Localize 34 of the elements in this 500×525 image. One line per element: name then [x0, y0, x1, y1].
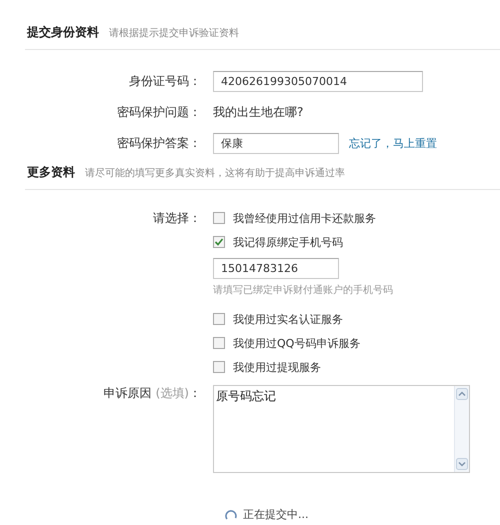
section-subtitle: 请尽可能的填写更多真实资料，这将有助于提高申诉通过率 — [85, 166, 345, 180]
checkbox-label: 我记得原绑定手机号码 — [233, 234, 343, 250]
status-text: 正在提交中... — [243, 507, 308, 522]
checkbox[interactable] — [213, 212, 225, 224]
optional-note: (选填) — [156, 385, 189, 402]
scroll-up-icon[interactable] — [456, 388, 468, 400]
checkbox-label: 我使用过QQ号码申诉服务 — [233, 336, 360, 350]
field-label: 请选择： — [153, 210, 201, 227]
field-label: 申诉原因 — [104, 385, 152, 402]
field-label: 身份证号码： — [129, 72, 201, 90]
scrollbar[interactable] — [454, 386, 469, 472]
checkbox-label: 我使用过提现服务 — [233, 360, 321, 374]
id-number-field[interactable]: 420626199305070014 — [213, 70, 423, 92]
checkbox-label: 我曾经使用过信用卡还款服务 — [233, 210, 376, 226]
section-subtitle: 请根据提示提交申诉验证资料 — [109, 26, 239, 40]
checkbox[interactable] — [213, 236, 225, 248]
hint-text: 请填写已绑定申诉财付通账户的手机号码 — [213, 284, 393, 297]
section-title: 提交身份资料 — [27, 24, 99, 41]
checkbox[interactable] — [213, 361, 225, 373]
spinner-icon — [225, 508, 237, 520]
scroll-down-icon[interactable] — [456, 458, 468, 470]
phone-field[interactable]: 15014783126 — [213, 258, 339, 279]
field-label: 密码保护答案： — [117, 134, 201, 152]
label-colon: ： — [189, 385, 201, 402]
field-label: 密码保护问题： — [117, 104, 201, 120]
reason-field[interactable]: 原号码忘记 — [213, 385, 470, 473]
reset-link[interactable]: 忘记了，马上重置 — [349, 136, 437, 150]
checkbox[interactable] — [213, 313, 225, 325]
security-question: 我的出生地在哪? — [213, 104, 304, 120]
checkbox-label: 我使用过实名认证服务 — [233, 312, 343, 326]
answer-field[interactable]: 保康 — [213, 132, 339, 154]
section-title: 更多资料 — [27, 164, 75, 181]
checkbox[interactable] — [213, 337, 225, 349]
check-icon — [214, 237, 224, 247]
